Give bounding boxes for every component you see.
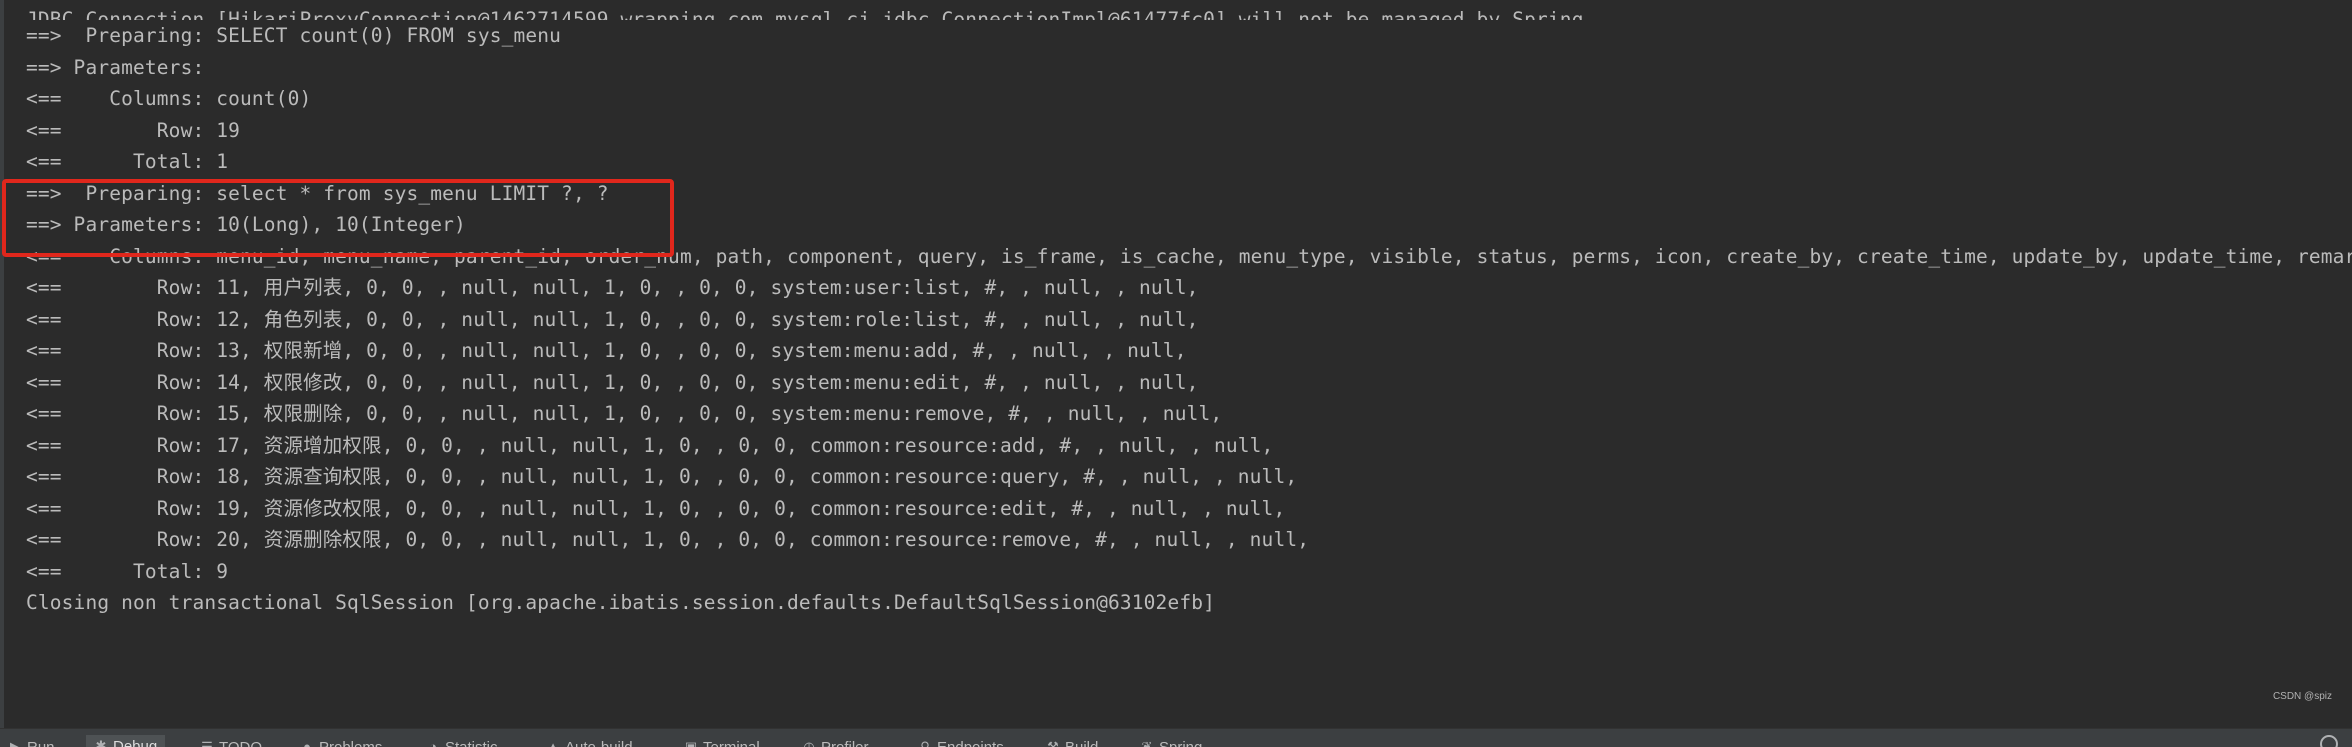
- info-icon: ●: [303, 739, 311, 747]
- tab-label: Auto-build: [565, 738, 633, 747]
- console-log[interactable]: JDBC Connection [HikariProxyConnection@1…: [26, 0, 2352, 619]
- log-line-jdbc-connection: JDBC Connection [HikariProxyConnection@1…: [26, 8, 1584, 20]
- log-line-closing-session: Closing non transactional SqlSession [or…: [26, 591, 1215, 614]
- tab-label: TODO: [219, 738, 263, 747]
- tab-label: Statistic: [445, 738, 498, 747]
- tab-run[interactable]: ▶ Run: [8, 737, 55, 747]
- tab-auto-build[interactable]: ▲ Auto-build: [546, 737, 633, 747]
- console-gutter: [0, 0, 4, 728]
- tab-endpoints[interactable]: ⚲ Endpoints: [918, 737, 1004, 747]
- log-line-row: <== Row: 13, 权限新增, 0, 0, , null, null, 1…: [26, 339, 1187, 362]
- statistic-icon: ◔: [429, 739, 437, 747]
- tab-profiler[interactable]: ◴ Profiler: [802, 737, 869, 747]
- log-line-columns-count: <== Columns: count(0): [26, 87, 312, 110]
- spring-icon: ❦: [1141, 739, 1153, 747]
- tab-label: Profiler: [821, 738, 869, 747]
- log-line-row: <== Row: 19, 资源修改权限, 0, 0, , null, null,…: [26, 496, 1286, 520]
- log-line-parameters-limit: ==> Parameters: 10(Long), 10(Integer): [26, 213, 466, 236]
- run-icon: ▶: [10, 739, 20, 747]
- settings-gear-icon[interactable]: [2320, 735, 2338, 747]
- log-line-row: <== Row: 15, 权限删除, 0, 0, , null, null, 1…: [26, 402, 1223, 425]
- tab-spring[interactable]: ❦ Spring: [1140, 737, 1203, 747]
- log-line-row: <== Row: 20, 资源删除权限, 0, 0, , null, null,…: [26, 528, 1310, 551]
- hammer-icon: ⚒: [1047, 739, 1059, 747]
- tab-label: Endpoints: [937, 738, 1004, 747]
- watermark: CSDN @spiz: [2272, 691, 2332, 702]
- log-line-row-count: <== Row: 19: [26, 118, 241, 142]
- tab-debug[interactable]: ✱ Debug: [86, 735, 166, 747]
- log-line-row: <== Row: 18, 资源查询权限, 0, 0, , null, null,…: [26, 465, 1298, 488]
- log-line-row: <== Row: 12, 角色列表, 0, 0, , null, null, 1…: [26, 307, 1199, 331]
- tab-label: Terminal: [703, 738, 760, 747]
- log-line-total-count: <== Total: 1: [26, 150, 229, 173]
- console-output-panel[interactable]: JDBC Connection [HikariProxyConnection@1…: [0, 0, 2352, 728]
- tab-label: Spring: [1159, 738, 1203, 747]
- tab-label: Debug: [113, 737, 158, 747]
- tab-todo[interactable]: ☰ TODO: [200, 737, 262, 747]
- tab-problems[interactable]: ● Problems: [300, 737, 382, 747]
- list-icon: ☰: [201, 739, 213, 747]
- log-line-columns-menu: <== Columns: menu_id, menu_name, parent_…: [26, 244, 2352, 268]
- debug-icon: ✱: [95, 738, 107, 747]
- tab-label: Run: [27, 738, 55, 747]
- tab-label: Problems: [319, 738, 383, 747]
- tab-statistic[interactable]: ◔ Statistic: [426, 737, 498, 747]
- bottom-tool-window-bar: ▶ Run ✱ Debug ☰ TODO ● Problems ◔ Statis…: [0, 728, 2352, 747]
- tab-terminal[interactable]: ▣ Terminal: [684, 737, 760, 747]
- log-line-total-rows: <== Total: 9: [26, 559, 229, 583]
- tab-label: Build: [1065, 738, 1099, 747]
- endpoints-icon: ⚲: [920, 739, 930, 747]
- tab-build[interactable]: ⚒ Build: [1046, 737, 1098, 747]
- log-line-preparing-count: ==> Preparing: SELECT count(0) FROM sys_…: [26, 24, 562, 47]
- log-line-row: <== Row: 14, 权限修改, 0, 0, , null, null, 1…: [26, 370, 1199, 394]
- log-line-row: <== Row: 17, 资源增加权限, 0, 0, , null, null,…: [26, 433, 1274, 457]
- log-line-preparing-select: ==> Preparing: select * from sys_menu LI…: [26, 181, 609, 205]
- profiler-icon: ◴: [803, 739, 815, 747]
- log-line-parameters-empty: ==> Parameters:: [26, 55, 217, 79]
- terminal-icon: ▣: [684, 739, 698, 747]
- build-icon: ▲: [546, 739, 560, 747]
- log-line-row: <== Row: 11, 用户列表, 0, 0, , null, null, 1…: [26, 276, 1199, 299]
